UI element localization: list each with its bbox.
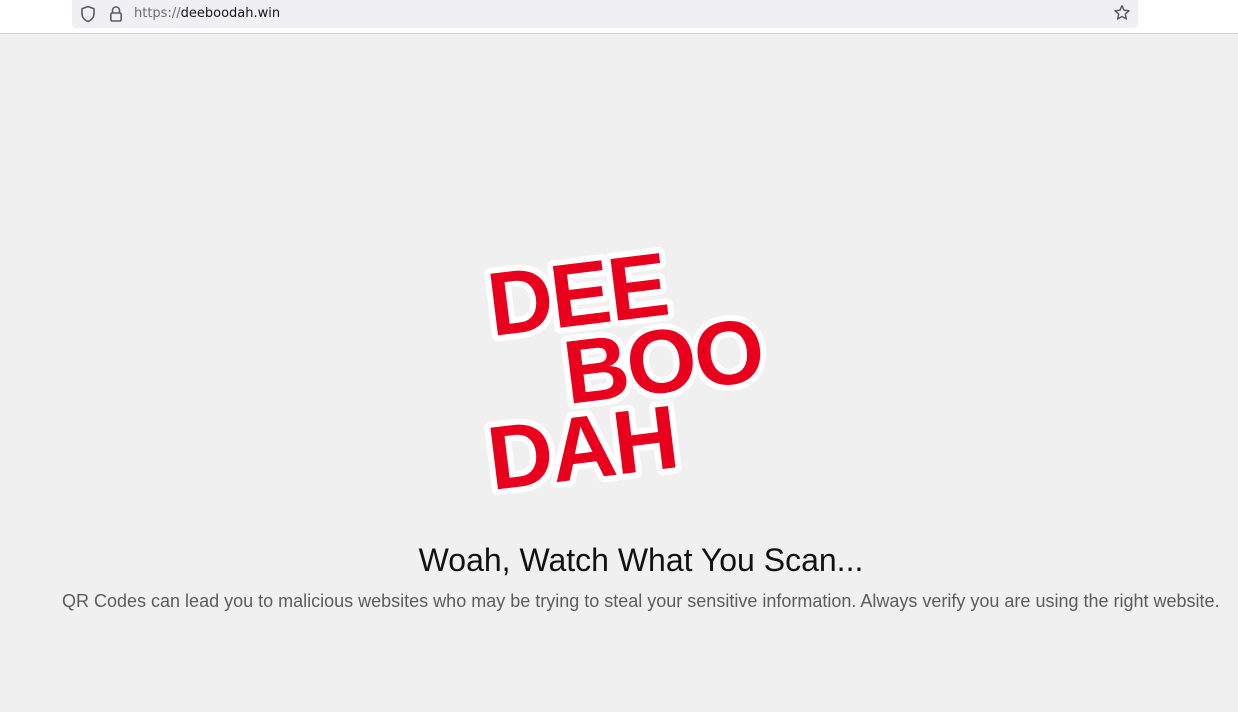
deeboodah-logo: DEE BOO DAH: [476, 236, 774, 508]
address-bar[interactable]: https://deeboodah.win: [72, 0, 1138, 28]
lock-icon[interactable]: [108, 5, 124, 23]
star-icon[interactable]: [1113, 4, 1131, 22]
shield-icon[interactable]: [80, 5, 96, 23]
browser-toolbar: https://deeboodah.win: [0, 0, 1238, 34]
url-scheme: https://: [134, 6, 181, 21]
logo-word-dah: DAH: [482, 388, 682, 508]
warning-message: QR Codes can lead you to malicious websi…: [62, 591, 1220, 611]
url-host: deeboodah.win: [180, 6, 281, 21]
page-headline: Woah, Watch What You Scan...: [418, 542, 864, 578]
url-text[interactable]: https://deeboodah.win: [134, 6, 280, 22]
